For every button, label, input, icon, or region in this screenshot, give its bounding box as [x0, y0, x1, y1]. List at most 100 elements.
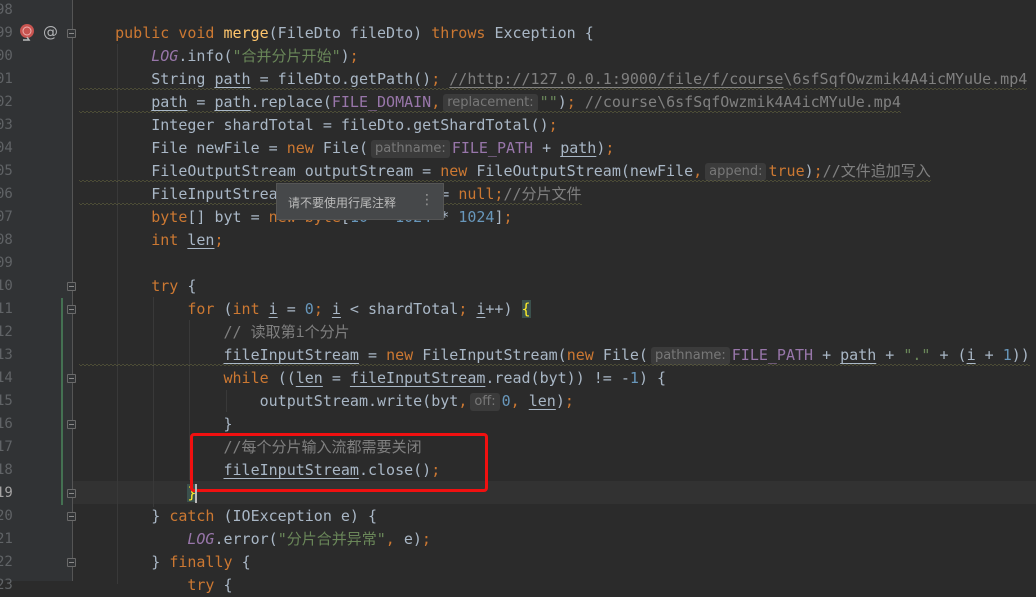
code-token: fileInputStream: [223, 346, 359, 364]
code-token: ,: [510, 392, 529, 410]
line-number[interactable]: 12: [0, 321, 36, 344]
line-number[interactable]: 02: [0, 91, 36, 114]
code-line[interactable]: int len;: [79, 229, 223, 252]
at-annotation-icon[interactable]: @: [43, 23, 58, 41]
code-line[interactable]: try {: [79, 574, 232, 597]
code-token: "": [539, 93, 558, 111]
code-line[interactable]: LOG.error("分片合并异常", e);: [79, 528, 431, 551]
fold-toggle-icon[interactable]: [67, 29, 76, 38]
code-token: =: [277, 300, 305, 318]
line-number[interactable]: 08: [0, 229, 36, 252]
code-token: ;: [431, 70, 441, 88]
code-token: "合并分片开始": [232, 47, 341, 65]
code-token: ;: [503, 208, 513, 226]
fold-toggle-icon[interactable]: [67, 512, 76, 521]
fold-toggle-icon[interactable]: [67, 489, 76, 498]
code-token: byte: [151, 208, 188, 226]
code-token: FileInputStream(: [422, 346, 567, 364]
code-token: ): [555, 392, 565, 410]
line-number[interactable]: 99: [0, 22, 36, 45]
code-token: }: [223, 415, 233, 433]
code-token: Exception {: [494, 24, 594, 42]
code-line[interactable]: try {: [79, 275, 196, 298]
code-token: len: [295, 369, 323, 387]
code-token: Integer shardTotal = fileDto.getShardTot…: [151, 116, 549, 134]
line-number[interactable]: 19: [0, 482, 36, 505]
code-token: )): [1011, 346, 1030, 364]
code-token: i: [331, 300, 341, 318]
code-token: null;: [458, 185, 504, 203]
code-line[interactable]: for (int i = 0; i < shardTotal; i++) {: [79, 298, 531, 321]
code-line[interactable]: while ((len = fileInputStream.read(byt))…: [79, 367, 667, 390]
fold-toggle-icon[interactable]: [67, 305, 76, 314]
line-number[interactable]: 18: [0, 459, 36, 482]
line-number[interactable]: 17: [0, 436, 36, 459]
code-token: path: [560, 139, 597, 157]
code-line[interactable]: File newFile = new File(pathname: FILE_PA…: [79, 137, 614, 160]
code-token: ".": [903, 346, 931, 364]
code-token: .error(: [214, 530, 278, 548]
line-number[interactable]: 06: [0, 183, 36, 206]
code-token: ;: [813, 162, 823, 180]
line-number[interactable]: 03: [0, 114, 36, 137]
line-number[interactable]: 09: [0, 252, 36, 275]
code-token: 0: [304, 300, 314, 318]
line-number[interactable]: 22: [0, 551, 36, 574]
line-number[interactable]: 16: [0, 413, 36, 436]
code-token: ,: [431, 93, 441, 111]
line-number[interactable]: 98: [0, 0, 36, 22]
code-token: [] byt =: [187, 208, 269, 226]
line-number[interactable]: 13: [0, 344, 36, 367]
code-token: \6sfSqfOwzmik4A4icMYuUe.mp4: [783, 70, 1028, 88]
parameter-hint: replacement:: [443, 94, 538, 112]
code-token: try: [187, 576, 224, 594]
code-line[interactable]: } finally {: [79, 551, 250, 574]
fold-toggle-icon[interactable]: [67, 558, 76, 567]
line-number[interactable]: 14: [0, 367, 36, 390]
code-token: ;: [548, 116, 558, 134]
code-line[interactable]: // 读取第i个分片: [79, 321, 350, 344]
code-token: ;: [458, 300, 477, 318]
line-number[interactable]: 11: [0, 298, 36, 321]
line-number[interactable]: 10: [0, 275, 36, 298]
code-token: ): [804, 162, 814, 180]
code-token: try: [151, 277, 188, 295]
code-token: //文件追加写入: [822, 162, 931, 180]
code-token: }: [151, 507, 170, 525]
code-line[interactable]: }: [79, 482, 197, 505]
code-line[interactable]: Integer shardTotal = fileDto.getShardTot…: [79, 114, 558, 137]
vcs-change-marker[interactable]: [61, 298, 63, 505]
more-options-icon[interactable]: ⋮: [420, 192, 434, 208]
code-line[interactable]: LOG.info("合并分片开始");: [79, 45, 358, 68]
code-token: +: [975, 346, 1003, 364]
line-number[interactable]: 05: [0, 160, 36, 183]
fold-toggle-icon[interactable]: [67, 420, 76, 429]
line-number[interactable]: 01: [0, 68, 36, 91]
line-number[interactable]: 15: [0, 390, 36, 413]
code-token: true: [768, 162, 805, 180]
fold-toggle-icon[interactable]: [67, 374, 76, 383]
code-token: (: [223, 300, 233, 318]
line-number[interactable]: 04: [0, 137, 36, 160]
code-token: FILE_DOMAIN: [331, 93, 432, 111]
code-token: .info(: [178, 47, 233, 65]
code-line[interactable]: } catch (IOException e) {: [79, 505, 377, 528]
line-number[interactable]: 00: [0, 45, 36, 68]
line-number[interactable]: 20: [0, 505, 36, 528]
code-line[interactable]: public void merge(FileDto fileDto) throw…: [79, 22, 594, 45]
code-token: public void: [115, 24, 224, 42]
code-token: FileInputStream: [151, 185, 296, 203]
line-number[interactable]: 23: [0, 574, 36, 597]
code-token: throws: [431, 24, 495, 42]
fold-toggle-icon[interactable]: [67, 282, 76, 291]
parameter-hint: pathname:: [650, 347, 730, 365]
code-token: = fileDto.getPath(): [250, 70, 432, 88]
highlight-annotation-box: [190, 433, 488, 492]
code-line[interactable]: outputStream.write(byt, off: 0, len);: [79, 390, 574, 413]
code-token: 1: [1002, 346, 1012, 364]
code-token: len: [528, 392, 556, 410]
line-number[interactable]: 07: [0, 206, 36, 229]
code-token: {: [187, 277, 197, 295]
line-number[interactable]: 21: [0, 528, 36, 551]
